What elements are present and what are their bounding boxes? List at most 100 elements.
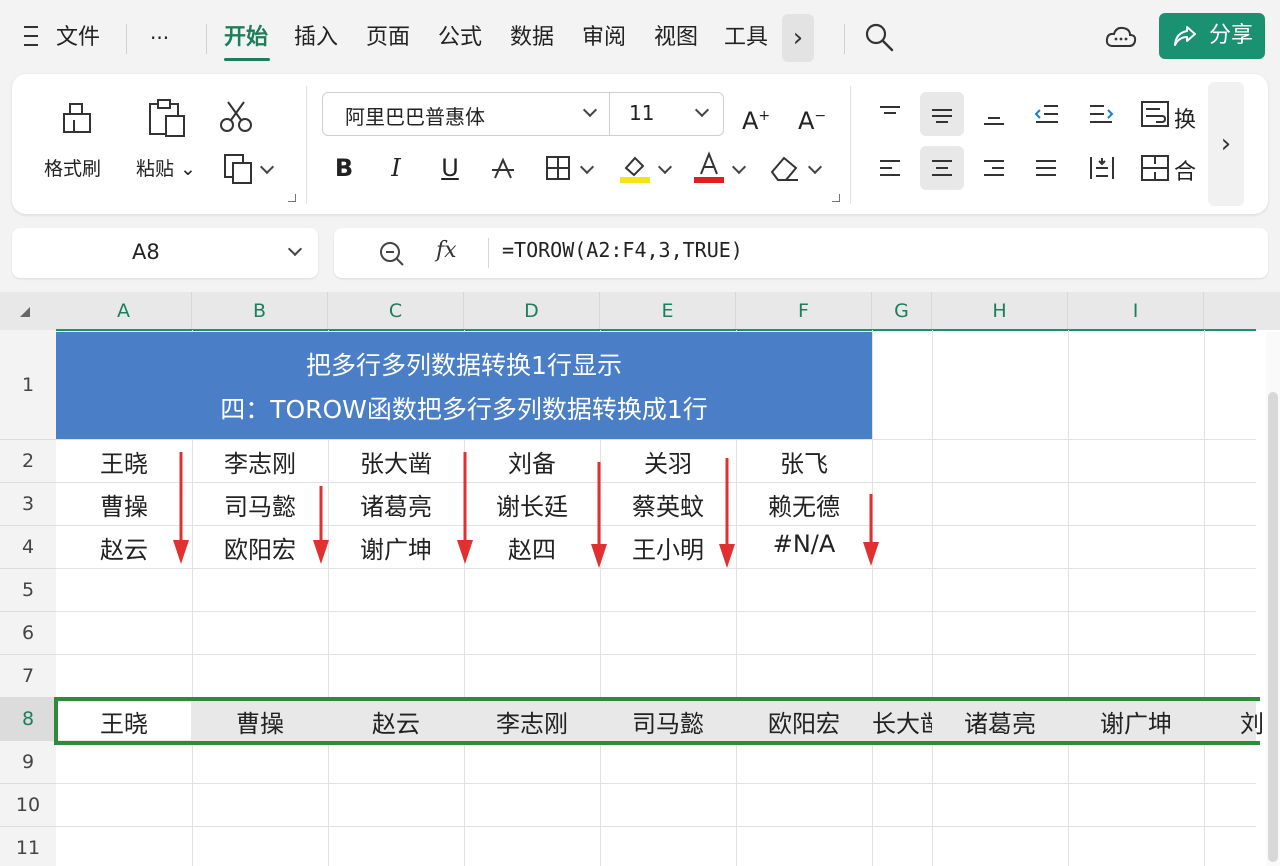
column-header-c[interactable]: C xyxy=(328,292,464,330)
column-header-g[interactable]: G xyxy=(872,292,932,330)
wrap-text-label[interactable]: 换 xyxy=(1174,102,1196,134)
menu-icon[interactable] xyxy=(24,26,40,48)
increase-indent-icon[interactable] xyxy=(1088,102,1114,126)
bold-button[interactable]: B xyxy=(332,146,356,190)
clipboard-expand-icon[interactable] xyxy=(288,194,296,202)
tab-review[interactable]: 审阅 xyxy=(582,20,626,56)
insert-function-icon[interactable]: fx xyxy=(436,238,457,263)
cell-b2[interactable]: 李志刚 xyxy=(192,444,328,479)
formula-input[interactable]: =TOROW(A2:F4,3,TRUE) xyxy=(502,238,743,262)
cell-c4[interactable]: 谢广坤 xyxy=(328,530,464,565)
copy-icon[interactable] xyxy=(222,152,254,186)
cell-b4[interactable]: 欧阳宏 xyxy=(192,530,328,565)
paste-icon[interactable] xyxy=(146,96,188,140)
align-middle-icon[interactable] xyxy=(930,102,954,126)
paste-label[interactable]: 粘贴 ⌄ xyxy=(136,154,196,181)
wrap-text-icon[interactable] xyxy=(1140,100,1170,128)
select-all-corner[interactable] xyxy=(0,292,56,330)
cell-d2[interactable]: 刘备 xyxy=(464,444,600,479)
zoom-formula-icon[interactable] xyxy=(378,240,406,268)
font-name-chevron-icon[interactable] xyxy=(582,102,598,118)
name-box[interactable]: A8 xyxy=(12,228,318,278)
row-header-4[interactable]: 4 xyxy=(0,526,56,569)
tab-formula[interactable]: 公式 xyxy=(438,20,482,56)
row-header-6[interactable]: 6 xyxy=(0,612,56,655)
column-header-d[interactable]: D xyxy=(464,292,600,330)
cell-c2[interactable]: 张大凿 xyxy=(328,444,464,479)
decrease-indent-icon[interactable] xyxy=(1034,102,1060,126)
column-header-h[interactable]: H xyxy=(932,292,1068,330)
eraser-icon[interactable] xyxy=(768,154,800,182)
column-header-e[interactable]: E xyxy=(600,292,736,330)
decrease-font-button[interactable]: A− xyxy=(798,94,826,138)
font-color-icon[interactable] xyxy=(692,150,726,184)
title-cell-a1[interactable]: 把多行多列数据转换1行显示 四：TOROW函数把多行多列数据转换成1行 xyxy=(56,332,872,439)
search-icon[interactable] xyxy=(864,22,894,52)
row-header-5[interactable]: 5 xyxy=(0,569,56,612)
column-header-j[interactable] xyxy=(1204,292,1280,330)
tab-view[interactable]: 视图 xyxy=(654,20,698,56)
column-header-f[interactable]: F xyxy=(736,292,872,330)
copy-dropdown-chevron-icon[interactable] xyxy=(259,159,275,175)
tab-page[interactable]: 页面 xyxy=(366,20,410,56)
cell-c3[interactable]: 诸葛亮 xyxy=(328,487,464,522)
row-header-9[interactable]: 9 xyxy=(0,741,56,784)
strikethrough-icon[interactable] xyxy=(490,156,516,182)
row-header-1[interactable]: 1 xyxy=(0,330,56,440)
format-painter-label[interactable]: 格式刷 xyxy=(44,154,101,181)
borders-icon[interactable] xyxy=(544,154,572,182)
underline-button[interactable]: U xyxy=(438,146,462,190)
font-expand-icon[interactable] xyxy=(832,194,840,202)
cloud-icon[interactable] xyxy=(1104,22,1138,52)
share-button[interactable]: 分享 xyxy=(1159,13,1265,59)
name-box-chevron-icon[interactable] xyxy=(287,241,303,257)
cell-f4[interactable]: #N/A xyxy=(736,530,872,558)
distributed-align-icon[interactable] xyxy=(1088,154,1116,182)
row-header-8[interactable]: 8 xyxy=(0,698,56,741)
column-header-a[interactable]: A xyxy=(56,292,192,330)
cut-icon[interactable] xyxy=(218,98,254,134)
clear-chevron-icon[interactable] xyxy=(807,159,823,175)
column-header-i[interactable]: I xyxy=(1068,292,1204,330)
font-color-chevron-icon[interactable] xyxy=(731,159,747,175)
align-bottom-icon[interactable] xyxy=(982,102,1006,126)
merge-cells-icon[interactable] xyxy=(1140,154,1170,182)
cell-d4[interactable]: 赵四 xyxy=(464,530,600,565)
fill-color-icon[interactable] xyxy=(618,150,652,184)
font-size-chevron-icon[interactable] xyxy=(694,102,710,118)
fill-color-chevron-icon[interactable] xyxy=(657,159,673,175)
format-painter-icon[interactable] xyxy=(58,98,98,138)
cell-f3[interactable]: 赖无德 xyxy=(736,487,872,522)
row-header-10[interactable]: 10 xyxy=(0,784,56,827)
row-header-11[interactable]: 11 xyxy=(0,827,56,866)
increase-font-button[interactable]: A+ xyxy=(742,94,770,138)
cell-d3[interactable]: 谢长廷 xyxy=(464,487,600,522)
font-name-select[interactable]: 阿里巴巴普惠体 xyxy=(345,101,485,130)
italic-button[interactable]: I xyxy=(384,146,408,190)
vertical-scrollbar-thumb[interactable] xyxy=(1268,392,1278,862)
borders-chevron-icon[interactable] xyxy=(579,159,595,175)
align-center-icon[interactable] xyxy=(930,156,954,180)
file-menu[interactable]: 文件 xyxy=(56,20,100,56)
ribbon-scroll-right-chevron-icon[interactable]: › xyxy=(1208,82,1244,206)
row-header-3[interactable]: 3 xyxy=(0,483,56,526)
merge-cells-label[interactable]: 合 xyxy=(1174,154,1196,186)
cell-b3[interactable]: 司马懿 xyxy=(192,487,328,522)
cell-f2[interactable]: 张飞 xyxy=(736,444,872,479)
grid-line xyxy=(56,439,1256,440)
align-left-icon[interactable] xyxy=(878,156,902,180)
column-header-b[interactable]: B xyxy=(192,292,328,330)
font-size-select[interactable]: 11 xyxy=(629,101,654,125)
row-header-2[interactable]: 2 xyxy=(0,440,56,483)
tab-data[interactable]: 数据 xyxy=(510,20,554,56)
row-header-7[interactable]: 7 xyxy=(0,655,56,698)
tab-home[interactable]: 开始 xyxy=(224,20,268,56)
align-right-icon[interactable] xyxy=(982,156,1006,180)
tab-insert[interactable]: 插入 xyxy=(294,20,338,56)
justify-icon[interactable] xyxy=(1034,156,1058,180)
tabs-more-chevron-icon[interactable]: › xyxy=(782,14,814,62)
spreadsheet-grid[interactable]: A B C D E F G H I 1 2 3 4 5 6 7 8 9 10 1… xyxy=(0,292,1280,866)
align-top-icon[interactable] xyxy=(878,102,902,126)
tab-tools[interactable]: 工具 xyxy=(724,20,768,56)
more-menu[interactable]: ··· xyxy=(150,20,169,56)
